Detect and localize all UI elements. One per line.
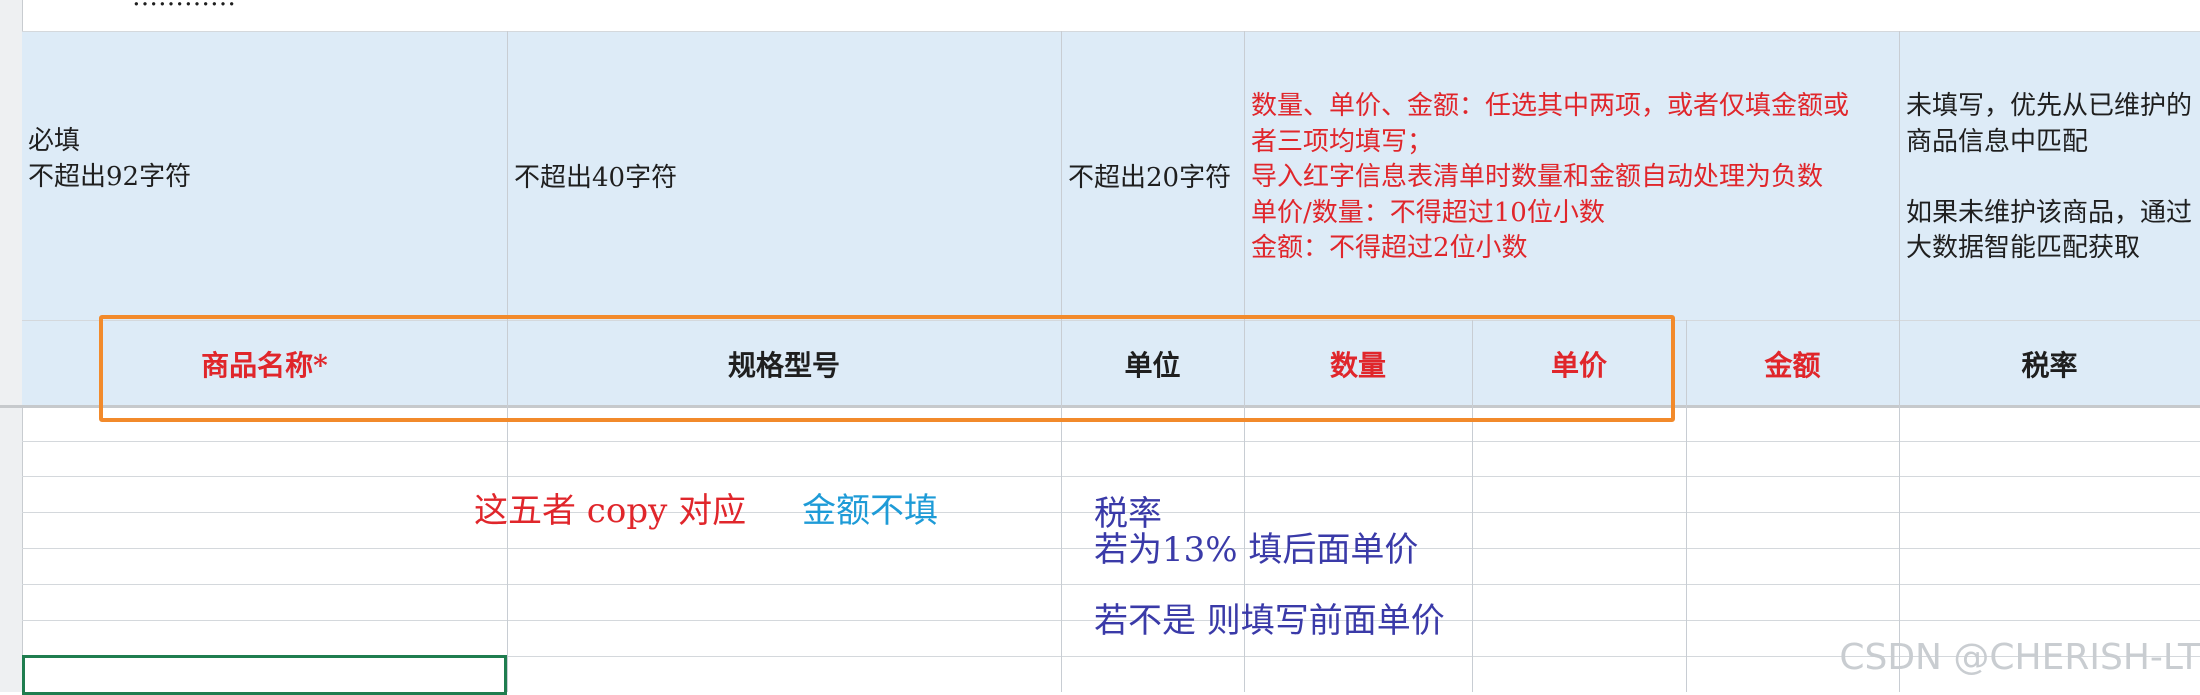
gridline <box>22 584 2200 585</box>
note-unit[interactable]: 不超出20字符 <box>1068 161 1231 197</box>
header-amount[interactable]: 金额 <box>1686 322 1899 406</box>
selected-cell[interactable] <box>22 655 507 695</box>
watermark: CSDN @CHERISH-LT <box>1839 637 2200 678</box>
note-spec-model[interactable]: 不超出40字符 <box>514 161 677 197</box>
spreadsheet: ………… 必填 不超出92字符 不超出40字符 不超出20字符 数量、单价、金额… <box>0 0 2200 695</box>
annotation-amount-blank: 金额不填 <box>802 491 938 531</box>
gridline <box>22 441 2200 442</box>
partial-top-row-text: ………… <box>132 0 236 12</box>
row-header-strip[interactable] <box>0 0 23 692</box>
note-tax-rate[interactable]: 未填写，优先从已维护的 商品信息中匹配 如果未维护该商品，通过 大数据智能匹配获… <box>1906 89 2192 267</box>
highlight-rectangle <box>99 315 1675 422</box>
note-product-name[interactable]: 必填 不超出92字符 <box>28 124 191 195</box>
gridline <box>22 476 2200 477</box>
annotation-tax-rate: 税率 <box>1094 494 1162 534</box>
partial-top-row: ………… <box>22 0 2200 31</box>
annotation-tax-other: 若不是 则填写前面单价 <box>1094 601 1445 641</box>
annotation-copy-correspond: 这五者 copy 对应 <box>474 491 747 531</box>
gridline <box>22 31 2200 32</box>
annotation-tax-13: 若为13% 填后面单价 <box>1094 530 1419 570</box>
header-tax-rate[interactable]: 税率 <box>1899 322 2200 406</box>
note-qty-price-amount[interactable]: 数量、单价、金额：任选其中两项，或者仅填金额或 者三项均填写； 导入红字信息表清… <box>1251 89 1849 267</box>
